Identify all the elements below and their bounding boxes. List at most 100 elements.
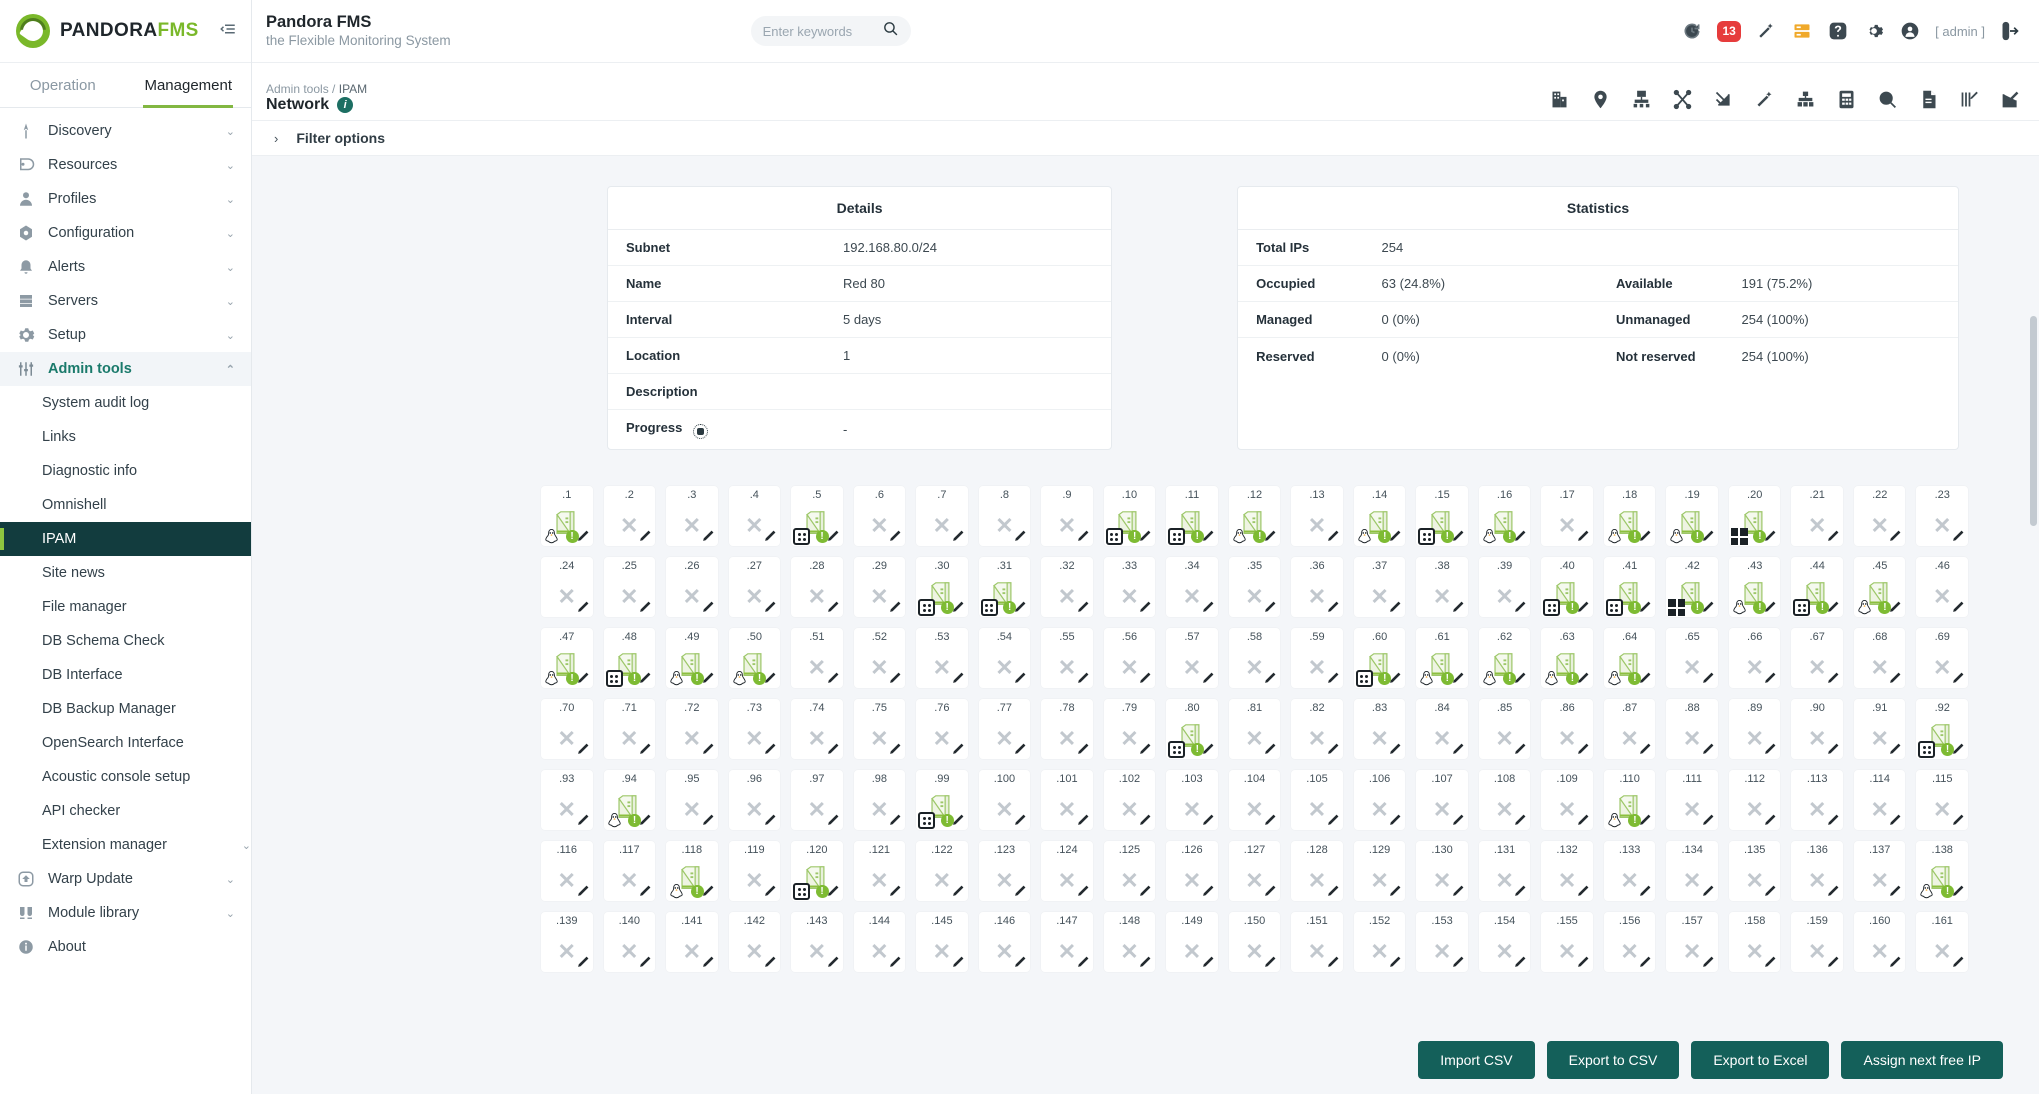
ip-cell[interactable]: .71 ✕	[602, 698, 657, 760]
edit-ip-icon[interactable]	[887, 529, 902, 544]
edit-ip-icon[interactable]	[1012, 742, 1027, 757]
ip-cell[interactable]: .30!	[915, 556, 969, 618]
edit-ip-icon[interactable]	[1825, 600, 1840, 615]
edit-ip-icon[interactable]	[637, 742, 652, 757]
ip-cell[interactable]: .122 ✕	[915, 840, 969, 902]
ip-cell[interactable]: .92!	[1915, 698, 1969, 760]
ip-cell[interactable]: .119 ✕	[727, 840, 782, 902]
ip-cell[interactable]: .52 ✕	[852, 627, 907, 689]
ip-cell[interactable]: .80!	[1165, 698, 1219, 760]
edit-ip-icon[interactable]	[887, 813, 902, 828]
edit-ip-icon[interactable]	[1137, 955, 1152, 970]
edit-ip-icon[interactable]	[1512, 600, 1527, 615]
user-avatar-icon[interactable]	[1899, 20, 1921, 42]
ip-cell[interactable]: .154 ✕	[1477, 911, 1532, 973]
ip-cell[interactable]: .9 ✕	[1040, 485, 1094, 547]
ip-cell[interactable]: .132 ✕	[1540, 840, 1594, 902]
ip-cell[interactable]: .105 ✕	[1290, 769, 1344, 831]
edit-ip-icon[interactable]	[825, 955, 840, 970]
sidebar-item-db-interface[interactable]: DB Interface	[0, 658, 251, 692]
edit-ip-icon[interactable]	[1075, 813, 1090, 828]
sidebar-item-profiles[interactable]: Profiles ⌄	[0, 182, 251, 216]
edit-ip-icon[interactable]	[1450, 884, 1465, 899]
ip-cell[interactable]: .91 ✕	[1852, 698, 1907, 760]
sidebar-item-acoustic-console-setup[interactable]: Acoustic console setup	[0, 760, 251, 794]
edit-ip-icon[interactable]	[637, 529, 652, 544]
tab-operation[interactable]: Operation	[0, 63, 126, 107]
ip-cell[interactable]: .151 ✕	[1290, 911, 1344, 973]
edit-ip-icon[interactable]	[1637, 600, 1652, 615]
sidebar-item-ipam[interactable]: IPAM	[0, 522, 251, 556]
sidebar-item-api-checker[interactable]: API checker	[0, 794, 251, 828]
sitemap-icon[interactable]	[1794, 88, 1816, 110]
edit-ip-icon[interactable]	[1512, 742, 1527, 757]
info-icon[interactable]: i	[337, 97, 354, 113]
ip-cell[interactable]: .123 ✕	[977, 840, 1032, 902]
ip-cell[interactable]: .136 ✕	[1790, 840, 1844, 902]
edit-ip-icon[interactable]	[1637, 671, 1652, 686]
edit-ip-icon[interactable]	[1762, 813, 1777, 828]
edit-ip-icon[interactable]	[887, 884, 902, 899]
sidebar-item-about[interactable]: About	[0, 930, 251, 964]
ip-cell[interactable]: .57 ✕	[1165, 627, 1219, 689]
ip-cell[interactable]: .99!	[915, 769, 969, 831]
ip-cell[interactable]: .2 ✕	[602, 485, 657, 547]
ip-cell[interactable]: .67 ✕	[1790, 627, 1844, 689]
edit-ip-icon[interactable]	[1012, 600, 1027, 615]
edit-ip-icon[interactable]	[1262, 529, 1277, 544]
ip-cell[interactable]: .147 ✕	[1040, 911, 1094, 973]
ip-cell[interactable]: .97 ✕	[790, 769, 844, 831]
ip-cell[interactable]: .138!	[1915, 840, 1969, 902]
edit-ip-icon[interactable]	[1075, 529, 1090, 544]
ip-cell[interactable]: .8 ✕	[977, 485, 1032, 547]
edit-ip-icon[interactable]	[1387, 955, 1402, 970]
logout-icon[interactable]	[1999, 20, 2021, 42]
edit-ip-icon[interactable]	[1887, 813, 1902, 828]
map-pin-icon[interactable]	[1589, 88, 1611, 110]
edit-ip-icon[interactable]	[762, 671, 777, 686]
ip-cell[interactable]: .129 ✕	[1352, 840, 1407, 902]
ip-cell[interactable]: .24 ✕	[540, 556, 594, 618]
ip-cell[interactable]: .161 ✕	[1915, 911, 1969, 973]
building-icon[interactable]	[1548, 88, 1570, 110]
edit-ip-icon[interactable]	[950, 884, 965, 899]
ip-cell[interactable]: .160 ✕	[1852, 911, 1907, 973]
edit-ip-icon[interactable]	[887, 955, 902, 970]
sidebar-item-alerts[interactable]: Alerts ⌄	[0, 250, 251, 284]
edit-ip-icon[interactable]	[950, 529, 965, 544]
edit-ip-icon[interactable]	[1200, 600, 1215, 615]
vlan-wan-icon[interactable]	[1958, 88, 1980, 110]
edit-ip-icon[interactable]	[1325, 884, 1340, 899]
edit-ip-icon[interactable]	[1762, 529, 1777, 544]
edit-ip-icon[interactable]	[1262, 671, 1277, 686]
ip-cell[interactable]: .124 ✕	[1040, 840, 1094, 902]
sidebar-item-system-audit-log[interactable]: System audit log	[0, 386, 251, 420]
edit-ip-icon[interactable]	[1387, 600, 1402, 615]
sidebar-item-configuration[interactable]: Configuration ⌄	[0, 216, 251, 250]
ip-cell[interactable]: .62!	[1477, 627, 1532, 689]
edit-ip-icon[interactable]	[700, 884, 715, 899]
ip-cell[interactable]: .78 ✕	[1040, 698, 1094, 760]
search-box[interactable]	[750, 16, 911, 46]
ip-cell[interactable]: .146 ✕	[977, 911, 1032, 973]
export-csv-button[interactable]: Export to CSV	[1546, 1041, 1680, 1079]
ip-cell[interactable]: .135 ✕	[1727, 840, 1782, 902]
ip-cell[interactable]: .48!	[602, 627, 657, 689]
ip-cell[interactable]: .44!	[1790, 556, 1844, 618]
content-scrollbar[interactable]	[2030, 316, 2037, 526]
edit-ip-icon[interactable]	[887, 600, 902, 615]
ip-cell[interactable]: .114 ✕	[1852, 769, 1907, 831]
ip-cell[interactable]: .149 ✕	[1165, 911, 1219, 973]
edit-ip-icon[interactable]	[762, 529, 777, 544]
ip-cell[interactable]: .70 ✕	[540, 698, 594, 760]
edit-ip-icon[interactable]	[1637, 529, 1652, 544]
edit-ip-icon[interactable]	[1512, 671, 1527, 686]
assign-next-free-ip-button[interactable]: Assign next free IP	[1841, 1041, 2003, 1079]
ip-cell[interactable]: .73 ✕	[727, 698, 782, 760]
ip-cell[interactable]: .53 ✕	[915, 627, 969, 689]
ip-cell[interactable]: .10!	[1102, 485, 1157, 547]
edit-ip-icon[interactable]	[1762, 955, 1777, 970]
edit-ip-icon[interactable]	[1137, 884, 1152, 899]
edit-ip-icon[interactable]	[1575, 955, 1590, 970]
edit-ip-icon[interactable]	[825, 671, 840, 686]
